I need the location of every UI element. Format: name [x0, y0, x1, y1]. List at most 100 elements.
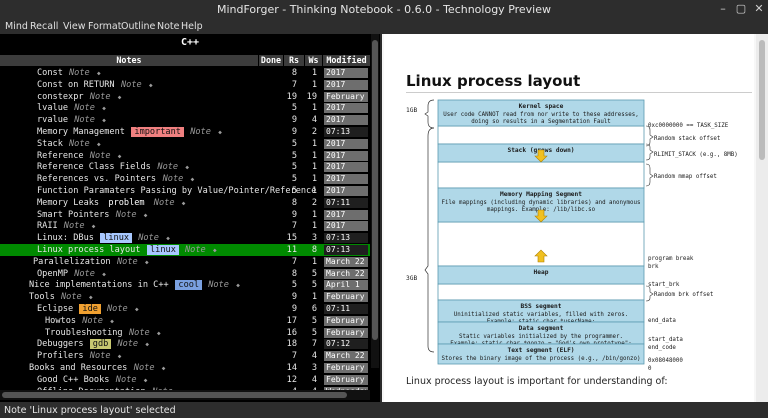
column-header-rs[interactable]: Rs — [284, 55, 304, 66]
segment-title: Text segment (ELF) — [507, 347, 574, 354]
writes-count: 7 — [311, 339, 317, 350]
tag-badge[interactable]: problem — [105, 197, 148, 208]
offset-label: Random stack offset — [654, 136, 720, 142]
table-row[interactable]: Const Note ◆ 8 1 2017 — [0, 67, 370, 79]
table-row[interactable]: Const on RETURN Note ◆ 7 1 2017 — [0, 79, 370, 91]
table-row[interactable]: Eclipse ide Note ◆ 9 6 07:11 — [0, 303, 370, 315]
note-type-label: Note — [63, 221, 85, 232]
note-title: Linux: DBus — [37, 233, 94, 244]
note-title: Nice implementations in C++ — [29, 280, 169, 291]
table-row[interactable]: Memory Management important Note ◆ 9 2 07:13 — [0, 126, 370, 138]
scroll-thumb[interactable] — [372, 40, 378, 340]
scroll-thumb[interactable] — [2, 392, 347, 398]
segment-title: Heap — [534, 269, 549, 276]
table-row[interactable]: Reference Class Fields Note ◆ 5 1 2017 — [0, 161, 370, 173]
table-row[interactable]: References vs. Pointers Note ◆ 5 1 2017 — [0, 173, 370, 185]
note-diamond-icon: ◆ — [117, 353, 122, 361]
table-row[interactable]: RAII Note ◆ 7 1 2017 — [0, 220, 370, 232]
column-header-ws[interactable]: Ws — [305, 55, 322, 66]
table-row[interactable]: Linux process layout linux Note ◆ 11 8 07:13 — [0, 244, 370, 256]
reads-count: 7 — [291, 79, 297, 90]
note-title: constexpr — [37, 91, 84, 102]
outline-vertical-scrollbar[interactable] — [371, 34, 379, 368]
writes-count: 1 — [311, 162, 317, 173]
table-row[interactable]: Nice implementations in C++ cool Note ◆ 5 5 Ap… — [0, 279, 370, 291]
menu-help[interactable]: Help — [181, 21, 203, 32]
segment-description: File mappings (including dynamic librari… — [442, 200, 641, 206]
modified-cell: 07:11 — [324, 304, 368, 314]
table-row[interactable]: Linux: DBus linux Note ◆ 15 3 07:13 — [0, 232, 370, 244]
writes-count: 6 — [311, 304, 317, 314]
tag-badge[interactable]: gdb — [89, 339, 112, 350]
table-row[interactable]: Debuggers gdb Note ◆ 18 7 07:12 — [0, 338, 370, 350]
address-label: program break — [648, 256, 694, 262]
column-header-notes[interactable]: Notes — [0, 55, 258, 66]
column-header-modified[interactable]: Modified — [323, 55, 370, 66]
reads-count: 9 — [291, 127, 297, 137]
table-row[interactable]: Memory Leaks problem Note ◆ 8 2 07:11 — [0, 197, 370, 209]
note-diamond-icon: ◆ — [143, 376, 148, 384]
tag-badge[interactable]: linux — [100, 233, 133, 244]
table-row[interactable]: constexpr Note ◆ 19 19 February — [0, 91, 370, 103]
scroll-thumb[interactable] — [759, 40, 765, 160]
note-diamond-icon: ◆ — [185, 164, 190, 172]
tag-badge[interactable]: linux — [147, 245, 179, 255]
menu-format[interactable]: Format — [88, 21, 121, 32]
table-row[interactable]: Tools Note ◆ 9 1 February — [0, 291, 370, 303]
note-type-label: Note — [157, 162, 179, 173]
minimize-icon[interactable]: – — [716, 2, 730, 16]
close-icon[interactable]: ✕ — [752, 2, 766, 16]
writes-count: 1 — [311, 103, 317, 114]
tag-badge[interactable]: important — [131, 127, 184, 137]
note-diamond-icon: ◆ — [145, 341, 150, 349]
table-row[interactable]: lvalue Note ◆ 5 1 2017 — [0, 102, 370, 114]
note-title: Troubleshooting — [45, 327, 123, 338]
column-header-done[interactable]: Done — [259, 55, 283, 66]
reads-count: 5 — [291, 174, 297, 185]
preview-panel: Linux process layout Kernel space User co… — [382, 34, 768, 402]
table-row[interactable]: rvalue Note ◆ 9 4 2017 — [0, 114, 370, 126]
tag-badge[interactable]: cool — [175, 280, 203, 291]
note-type-label: Note — [185, 245, 206, 255]
heading-rule — [406, 92, 752, 93]
reads-count: 9 — [291, 115, 297, 126]
writes-count: 1 — [311, 79, 317, 90]
note-diamond-icon: ◆ — [102, 117, 106, 125]
preview-scrollbar[interactable] — [756, 34, 768, 402]
table-row[interactable]: Parallelization Note ◆ 7 1 March 22 — [0, 256, 370, 268]
note-diamond-icon: ◆ — [157, 329, 161, 337]
maximize-icon[interactable]: ▢ — [734, 2, 748, 16]
note-type-label: Note — [61, 292, 82, 303]
writes-count: 1 — [311, 150, 317, 161]
table-row[interactable]: Books and Resources Note ◆ 14 3 February — [0, 362, 370, 374]
reads-count: 5 — [291, 162, 297, 173]
tag-badge[interactable]: ide — [79, 304, 101, 314]
table-row[interactable]: Reference Note ◆ 5 1 2017 — [0, 150, 370, 162]
note-title: Reference Class Fields — [37, 162, 151, 173]
outline-horizontal-scrollbar[interactable] — [0, 390, 370, 400]
modified-cell: 2017 — [324, 150, 368, 161]
table-row[interactable]: Howtos Note ◆ 17 5 February — [0, 315, 370, 327]
table-row[interactable]: Stack Note ◆ 5 1 2017 — [0, 138, 370, 150]
note-type-label: Note — [162, 174, 184, 185]
note-title: Books and Resources — [29, 363, 128, 373]
segment-description: User code CANNOT read from nor write to … — [443, 112, 638, 118]
table-row[interactable]: Smart Pointers Note ◆ 9 1 2017 — [0, 209, 370, 221]
table-row[interactable]: Profilers Note ◆ 7 4 March 22 — [0, 350, 370, 362]
address-label: start_data — [648, 337, 683, 343]
menu-mind[interactable]: Mind — [5, 21, 28, 32]
menu-outline[interactable]: Outline — [121, 21, 155, 32]
menu-recall[interactable]: Recall — [30, 21, 58, 32]
modified-cell: 2017 — [324, 103, 368, 114]
table-row[interactable]: Function Paramaters Passing by Value/Poi… — [0, 185, 370, 197]
reads-count: 18 — [286, 339, 297, 350]
table-row[interactable]: OpenMP Note ◆ 8 5 March 22 — [0, 268, 370, 280]
table-row[interactable]: Good C++ Books Note ◆ 12 4 February — [0, 374, 370, 386]
writes-count: 1 — [311, 68, 317, 78]
menu-note[interactable]: Note — [157, 21, 180, 32]
note-type-label: Note — [153, 197, 175, 208]
table-row[interactable]: Troubleshooting Note ◆ 16 5 February — [0, 327, 370, 339]
menu-view[interactable]: View — [63, 21, 86, 32]
note-type-label: Note — [115, 374, 137, 385]
note-diamond-icon: ◆ — [143, 211, 148, 219]
